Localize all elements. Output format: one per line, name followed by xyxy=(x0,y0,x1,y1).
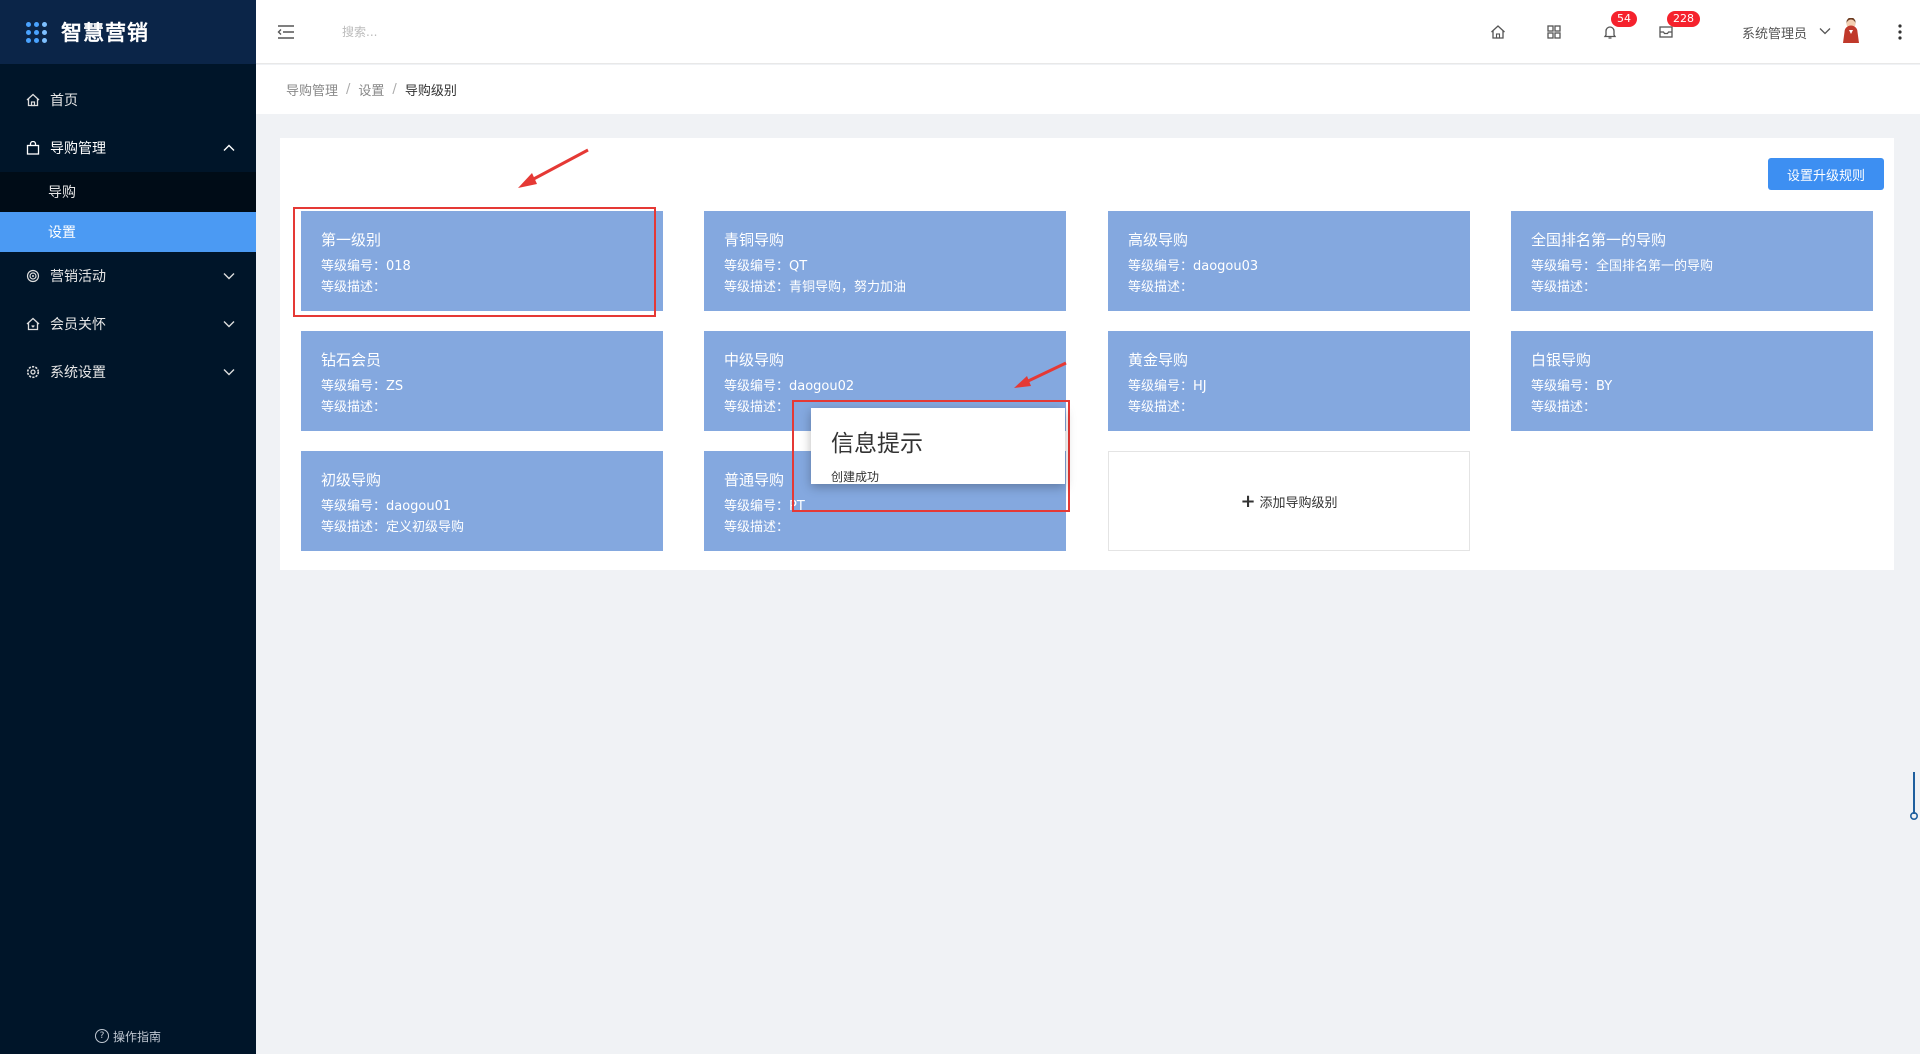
level-card[interactable]: 钻石会员 等级编号：ZS 等级描述： xyxy=(301,331,663,431)
set-upgrade-rules-button[interactable]: 设置升级规则 xyxy=(1768,158,1884,190)
apps-grid-icon xyxy=(26,21,47,43)
level-code: 等级编号：QT xyxy=(724,259,808,274)
avatar[interactable] xyxy=(1840,18,1862,44)
level-name: 钻石会员 xyxy=(321,351,382,369)
level-code: 等级编号：HJ xyxy=(1128,379,1207,394)
message-box-icon[interactable]: 228 xyxy=(1655,11,1700,43)
sidebar: 智慧营销 首页 导购管理 导购 设置 营销活动 会员关怀 系统设置 ? 操作指南 xyxy=(0,0,256,1054)
chevron-up-icon xyxy=(223,144,235,151)
level-code: 等级编号：daogou02 xyxy=(724,379,855,394)
breadcrumb-item[interactable]: 导购管理 xyxy=(286,80,338,99)
top-header: 54 228 系统管理员 xyxy=(256,0,1920,64)
help-guide-label: 操作指南 xyxy=(112,1029,161,1044)
sidebar-menu: 首页 导购管理 导购 设置 营销活动 会员关怀 系统设置 xyxy=(0,76,256,396)
level-code: 等级编号：PT xyxy=(724,499,805,514)
level-desc: 等级描述： xyxy=(724,520,790,535)
sidebar-item-member-care[interactable]: 会员关怀 xyxy=(0,300,256,348)
level-card[interactable]: 青铜导购 等级编号：QT 等级描述：青铜导购，努力加油 xyxy=(704,211,1066,311)
level-name: 黄金导购 xyxy=(1128,351,1189,369)
level-card[interactable]: 白银导购 等级编号：BY 等级描述： xyxy=(1511,331,1873,431)
apps-grid-icon[interactable] xyxy=(1543,21,1565,43)
message-badge: 228 xyxy=(1667,11,1700,27)
app-title: 智慧营销 xyxy=(61,21,149,45)
level-card[interactable]: 第一级别 等级编号：018 等级描述： xyxy=(301,211,663,311)
plus-icon: + xyxy=(1240,490,1256,512)
chevron-down-icon xyxy=(223,369,235,376)
sidebar-subitem-settings[interactable]: 设置 xyxy=(0,212,256,252)
chevron-down-icon[interactable] xyxy=(1818,24,1832,38)
level-code: 等级编号：daogou03 xyxy=(1128,259,1259,274)
level-code: 等级编号：ZS xyxy=(321,379,404,394)
notification-badge: 54 xyxy=(1611,11,1637,27)
message-body: 创建成功 xyxy=(831,470,880,484)
level-card[interactable]: 初级导购 等级编号：daogou01 等级描述：定义初级导购 xyxy=(301,451,663,551)
search-input[interactable] xyxy=(342,20,542,44)
question-icon: ? xyxy=(94,1029,109,1043)
add-level-button[interactable]: + 添加导购级别 xyxy=(1108,451,1470,551)
level-code: 等级编号：BY xyxy=(1531,379,1613,394)
breadcrumb-separator: / xyxy=(346,82,351,97)
sidebar-item-label: 导购管理 xyxy=(50,141,106,157)
level-desc: 等级描述：青铜导购，努力加油 xyxy=(724,280,907,295)
more-vertical-icon[interactable] xyxy=(1892,20,1908,44)
breadcrumb-separator: / xyxy=(392,82,397,97)
scroll-handle[interactable] xyxy=(1910,770,1918,822)
level-card[interactable]: 全国排名第一的导购 等级编号：全国排名第一的导购 等级描述： xyxy=(1511,211,1873,311)
level-name: 高级导购 xyxy=(1128,231,1189,249)
sidebar-item-guide-management[interactable]: 导购管理 xyxy=(0,124,256,172)
level-desc: 等级描述： xyxy=(1531,400,1597,415)
chevron-down-icon xyxy=(223,321,235,328)
level-name: 青铜导购 xyxy=(724,231,785,249)
sidebar-subitem-guides[interactable]: 导购 xyxy=(0,172,256,212)
help-guide-link[interactable]: ? 操作指南 xyxy=(0,1018,256,1054)
level-desc: 等级描述： xyxy=(1128,400,1194,415)
level-name: 白银导购 xyxy=(1531,351,1592,369)
level-name: 全国排名第一的导购 xyxy=(1531,231,1667,249)
sidebar-item-marketing[interactable]: 营销活动 xyxy=(0,252,256,300)
level-code: 等级编号：daogou01 xyxy=(321,499,452,514)
notification-bell-icon[interactable]: 54 xyxy=(1599,11,1637,43)
sidebar-item-system-settings[interactable]: 系统设置 xyxy=(0,348,256,396)
home-icon xyxy=(24,91,42,109)
chevron-down-icon xyxy=(223,273,235,280)
level-code: 等级编号：018 xyxy=(321,259,411,274)
sidebar-item-home[interactable]: 首页 xyxy=(0,76,256,124)
sidebar-item-label: 系统设置 xyxy=(50,365,106,381)
level-desc: 等级描述： xyxy=(321,400,387,415)
level-desc: 等级描述：定义初级导购 xyxy=(321,520,465,535)
sidebar-item-label: 会员关怀 xyxy=(50,317,106,333)
level-name: 初级导购 xyxy=(321,471,382,489)
breadcrumb: 导购管理 / 设置 / 导购级别 xyxy=(256,65,1920,114)
level-name: 中级导购 xyxy=(724,351,785,369)
menu-collapse-icon[interactable] xyxy=(276,22,296,42)
add-level-label: 添加导购级别 xyxy=(1259,495,1338,511)
level-card[interactable]: 高级导购 等级编号：daogou03 等级描述： xyxy=(1108,211,1470,311)
level-desc: 等级描述： xyxy=(321,280,387,295)
gear-icon xyxy=(24,363,42,381)
level-desc: 等级描述： xyxy=(1531,280,1597,295)
app-logo[interactable]: 智慧营销 xyxy=(0,0,256,64)
breadcrumb-current: 导购级别 xyxy=(404,84,457,99)
sidebar-item-label: 营销活动 xyxy=(50,269,106,285)
home-icon[interactable] xyxy=(1487,21,1509,43)
level-desc: 等级描述： xyxy=(1128,280,1194,295)
sidebar-item-label: 首页 xyxy=(50,93,78,109)
message-popup: 信息提示 创建成功 xyxy=(811,408,1065,484)
shopping-bag-icon xyxy=(24,139,42,157)
breadcrumb-item[interactable]: 设置 xyxy=(358,80,384,99)
message-title: 信息提示 xyxy=(831,431,923,457)
level-code: 等级编号：全国排名第一的导购 xyxy=(1531,259,1714,274)
level-card[interactable]: 黄金导购 等级编号：HJ 等级描述： xyxy=(1108,331,1470,431)
page-footer-band xyxy=(256,1026,1920,1054)
level-panel: 设置升级规则 第一级别 等级编号：018 等级描述： 青铜导购 等级编号：QT … xyxy=(280,138,1894,570)
user-name[interactable]: 系统管理员 xyxy=(1742,23,1807,42)
target-icon xyxy=(24,267,42,285)
house-heart-icon xyxy=(24,315,42,333)
level-name: 第一级别 xyxy=(321,231,382,249)
guide-management-submenu: 导购 设置 xyxy=(0,172,256,252)
